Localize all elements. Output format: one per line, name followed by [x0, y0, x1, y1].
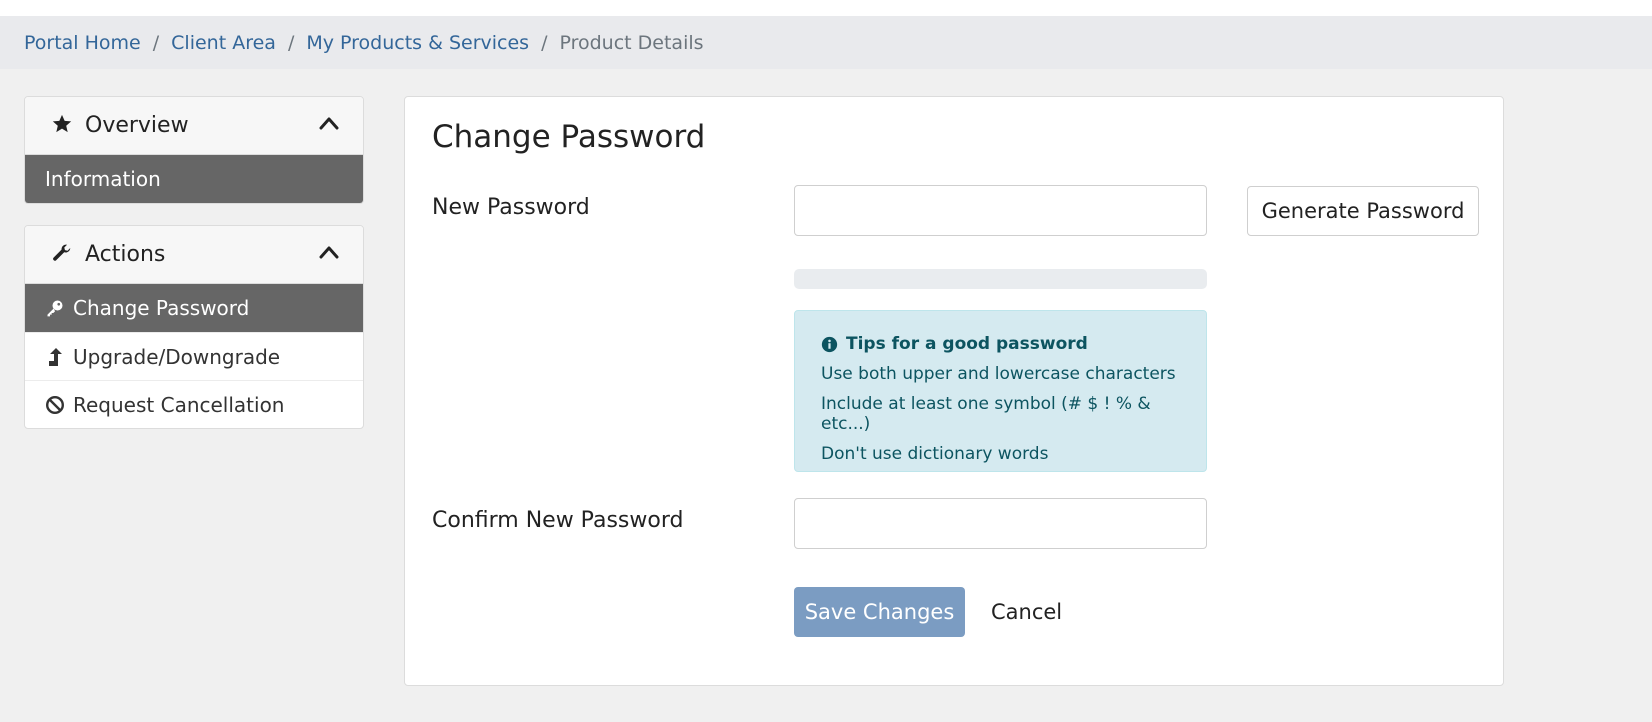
sidebar-item-upgrade-downgrade[interactable]: Upgrade/Downgrade — [25, 332, 363, 380]
breadcrumb-current: Product Details — [559, 31, 704, 54]
new-password-label: New Password — [432, 195, 590, 220]
overview-title: Overview — [85, 113, 189, 138]
wrench-icon — [51, 242, 73, 268]
breadcrumb-separator: / — [152, 31, 160, 54]
confirm-password-input[interactable] — [794, 498, 1207, 549]
actions-title: Actions — [85, 242, 166, 267]
sidebar-item-label: Request Cancellation — [73, 392, 285, 417]
sidebar-item-label: Information — [45, 167, 161, 191]
sidebar-item-label: Upgrade/Downgrade — [73, 344, 281, 369]
tip-item: Include at least one symbol (# $ ! % & e… — [821, 394, 1151, 434]
new-password-input[interactable] — [794, 185, 1207, 236]
generate-password-button[interactable]: Generate Password — [1247, 186, 1479, 236]
tip-item: Don't use dictionary words — [821, 444, 1049, 464]
save-changes-button[interactable]: Save Changes — [794, 587, 965, 637]
chevron-up-icon[interactable] — [319, 244, 339, 263]
tips-heading: Tips for a good password — [821, 334, 1180, 354]
page-title: Change Password — [432, 119, 706, 155]
confirm-password-label: Confirm New Password — [432, 508, 684, 533]
breadcrumb-client-area[interactable]: Client Area — [171, 32, 276, 54]
arrow-up-icon — [45, 346, 65, 368]
key-icon — [45, 298, 65, 318]
breadcrumb-my-products[interactable]: My Products & Services — [306, 32, 529, 54]
password-tips-box: Tips for a good password Use both upper … — [794, 310, 1207, 472]
star-icon — [51, 113, 73, 139]
chevron-up-icon[interactable] — [319, 115, 339, 134]
sidebar-item-information[interactable]: Information — [25, 155, 363, 203]
sidebar-actions-panel: Actions Change Password Upgrade/Downgrad… — [24, 225, 364, 429]
tips-title: Tips for a good password — [846, 334, 1088, 354]
sidebar-item-label: Change Password — [73, 296, 250, 320]
tip-item: Use both upper and lowercase characters — [821, 364, 1176, 384]
breadcrumb-portal-home[interactable]: Portal Home — [24, 32, 141, 54]
sidebar-item-request-cancellation[interactable]: Request Cancellation — [25, 380, 363, 428]
info-circle-icon — [821, 336, 838, 353]
breadcrumb-bar: Portal Home / Client Area / My Products … — [0, 16, 1652, 69]
sidebar-overview-panel: Overview Information — [24, 96, 364, 204]
password-strength-bar — [794, 269, 1207, 289]
breadcrumb-separator: / — [287, 31, 295, 54]
sidebar-item-change-password[interactable]: Change Password — [25, 284, 363, 332]
top-header-strip — [0, 0, 1652, 16]
ban-icon — [45, 395, 65, 415]
breadcrumb-separator: / — [541, 31, 548, 54]
overview-panel-header[interactable]: Overview — [25, 97, 363, 155]
cancel-button[interactable]: Cancel — [977, 587, 1076, 637]
change-password-card: Change Password New Password Generate Pa… — [404, 96, 1504, 686]
actions-panel-header[interactable]: Actions — [25, 226, 363, 284]
breadcrumb: Portal Home / Client Area / My Products … — [24, 16, 704, 69]
